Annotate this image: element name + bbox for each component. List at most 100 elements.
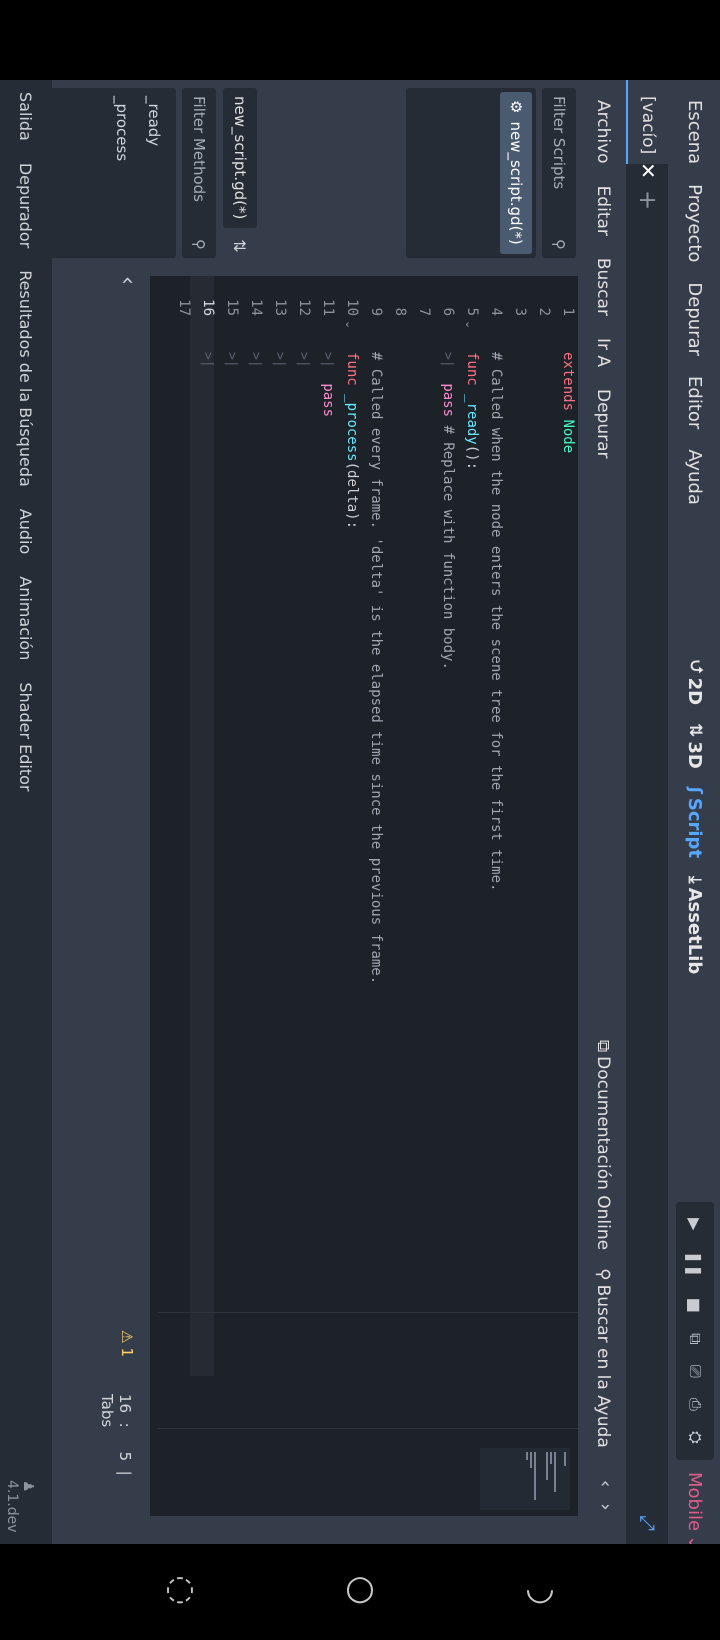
code-line-16: >| (200, 352, 216, 368)
menu-archivo[interactable]: Archivo (593, 92, 613, 172)
fold-chevron-icon[interactable]: ⌄ (463, 320, 476, 329)
tab-shader-editor[interactable]: Shader Editor (17, 682, 36, 791)
code-token: # Replace with function body. (440, 425, 456, 670)
code-token: Node (560, 419, 576, 454)
code-token: pass (320, 383, 336, 418)
code-minimap[interactable] (480, 1448, 570, 1510)
code-token: (delta): (344, 461, 360, 530)
play-icon[interactable]: ▶ (686, 1218, 705, 1230)
cursor-column: 5 (116, 1451, 134, 1462)
line-number: 8 (392, 307, 408, 316)
editor-status-bar: ‹ ⚠ 1 16 : 5 | Tabs (98, 276, 144, 1516)
minimap-line (564, 1452, 566, 1466)
filter-methods-input[interactable]: Filter Methods ⚲ (182, 88, 216, 258)
line-number: 15 (224, 299, 240, 316)
mode-2d-label: 2D (684, 677, 706, 706)
tab-arrow-icon: >| (200, 352, 215, 368)
home-icon[interactable]: ○ (340, 1568, 380, 1608)
menu-proyecto[interactable]: Proyecto (685, 176, 706, 270)
current-line-highlight (190, 276, 214, 1376)
method-item[interactable]: _process (106, 96, 138, 250)
mode-assetlib-button[interactable]: ⤓ AssetLib (685, 876, 706, 974)
tab-salida[interactable]: Salida (17, 92, 36, 141)
scene-tab-empty[interactable]: [vacío] ✕ (626, 80, 668, 179)
code-line-5: func _ready(): (464, 352, 480, 470)
play-scene-icon[interactable]: ⎚ (685, 1365, 705, 1378)
code-line-1: extends Node (560, 352, 576, 453)
search-help-button[interactable]: ⚲ Buscar en la Ayuda (593, 1268, 613, 1448)
menu-escena[interactable]: Escena (685, 92, 706, 172)
warnings-button[interactable]: ⚠ 1 (118, 1330, 136, 1357)
filter-methods-placeholder: Filter Methods (190, 96, 208, 202)
line-number: 7 (416, 307, 432, 316)
godot-icon: ♟ (20, 1480, 36, 1493)
play-custom-scene-icon[interactable]: ⎙ (685, 1398, 705, 1411)
code-token: _ready (464, 394, 480, 445)
distraction-free-icon[interactable]: ⤢ (636, 1515, 660, 1531)
android-nav-bar: ◌ ○ ◡ (0, 1544, 720, 1640)
line-number: 3 (512, 307, 528, 316)
online-docs-button[interactable]: ⧉ Documentación Online (593, 1040, 613, 1250)
menu-buscar[interactable]: Buscar (593, 250, 613, 324)
renderer-selector[interactable]: Mobile ⌄ (670, 1472, 720, 1550)
stop-icon[interactable]: ■ (686, 1298, 705, 1313)
editor-root: Escena Proyecto Depurar Editor Ayuda ⮍ 2… (0, 80, 720, 1550)
cursor-line: 16 (116, 1394, 134, 1414)
menu-ayuda[interactable]: Ayuda (685, 441, 706, 513)
tab-depurador[interactable]: Depurador (17, 163, 36, 248)
code-editor[interactable]: 1 2 3 4 5 6 7 8 9 10 11 12 13 14 15 16 1… (150, 276, 578, 1516)
position-separator: : (116, 1417, 134, 1447)
tab-audio[interactable]: Audio (17, 509, 36, 554)
code-line-6: >| pass # Replace with function body. (440, 352, 456, 670)
run-toolbar: ▶ ❚❚ ■ ⧉ ⎚ ⎙ ⛭ (676, 1202, 714, 1460)
tab-arrow-icon: >| (224, 352, 239, 368)
current-script-label: new_script.gd(*) (231, 96, 249, 220)
line-number: 17 (176, 299, 192, 316)
code-line-10: func _process(delta): (344, 352, 360, 529)
method-item[interactable]: _ready (138, 96, 170, 250)
mode-assetlib-label: AssetLib (684, 887, 706, 975)
close-icon[interactable]: ✕ (636, 162, 660, 179)
menu-depurar[interactable]: Depurar (685, 274, 706, 364)
script-list-item[interactable]: ⚙ new_script.gd(*) (500, 92, 532, 254)
line-number: 12 (296, 299, 312, 316)
remote-debug-icon[interactable]: ⧉ (685, 1333, 705, 1344)
code-line-15: >| (224, 352, 240, 368)
recents-icon[interactable]: ◌ (160, 1568, 200, 1608)
mode-3d-button[interactable]: ⇅ 3D (685, 723, 706, 769)
code-line-11: >| pass (320, 352, 336, 417)
script-icon: ʃ (685, 786, 705, 794)
menu-depurar-script[interactable]: Depurar (593, 381, 613, 467)
minimap-line (550, 1452, 552, 1464)
filter-scripts-placeholder: Filter Scripts (550, 96, 568, 190)
cursor-position: 16 : 5 | Tabs (98, 1394, 134, 1516)
current-script-name: new_script.gd(*) (223, 88, 257, 228)
history-back-icon[interactable]: ‹ (595, 1480, 616, 1487)
menu-editar[interactable]: Editar (593, 178, 613, 244)
line-number: 1 (560, 307, 576, 316)
code-token: _process (344, 394, 360, 462)
indent-mode[interactable]: Tabs (98, 1394, 116, 1427)
back-icon[interactable]: ◡ (520, 1568, 560, 1608)
line-number: 11 (320, 299, 336, 316)
code-token: (): (464, 444, 480, 471)
line-number: 13 (272, 299, 288, 316)
line-number-gutter: 1 2 3 4 5 6 7 8 9 10 11 12 13 14 15 16 1… (158, 276, 578, 340)
line-number: 5 (464, 307, 480, 316)
filter-scripts-input[interactable]: Filter Scripts ⚲ (542, 88, 576, 258)
history-forward-icon[interactable]: › (595, 1503, 616, 1510)
tab-resultados-busqueda[interactable]: Resultados de la Búsqueda (17, 270, 36, 487)
menu-editor[interactable]: Editor (685, 368, 706, 437)
online-docs-label: Documentación Online (593, 1056, 613, 1251)
toggle-scripts-panel-icon[interactable]: ‹ (115, 276, 140, 285)
pause-icon[interactable]: ❚❚ (686, 1251, 705, 1278)
menu-ir-a[interactable]: Ir A (593, 330, 613, 375)
mode-script-button[interactable]: ʃ Script (685, 787, 706, 858)
fold-chevron-icon[interactable]: ⌄ (343, 320, 356, 329)
add-scene-icon[interactable]: + (634, 190, 662, 210)
tab-animacion[interactable]: Animación (17, 576, 36, 660)
movie-maker-icon[interactable]: ⛭ (685, 1431, 705, 1444)
mode-2d-button[interactable]: ⮍ 2D (681, 660, 710, 705)
tab-arrow-icon: >| (248, 352, 263, 368)
sort-icon[interactable]: ⇅ (231, 234, 250, 258)
